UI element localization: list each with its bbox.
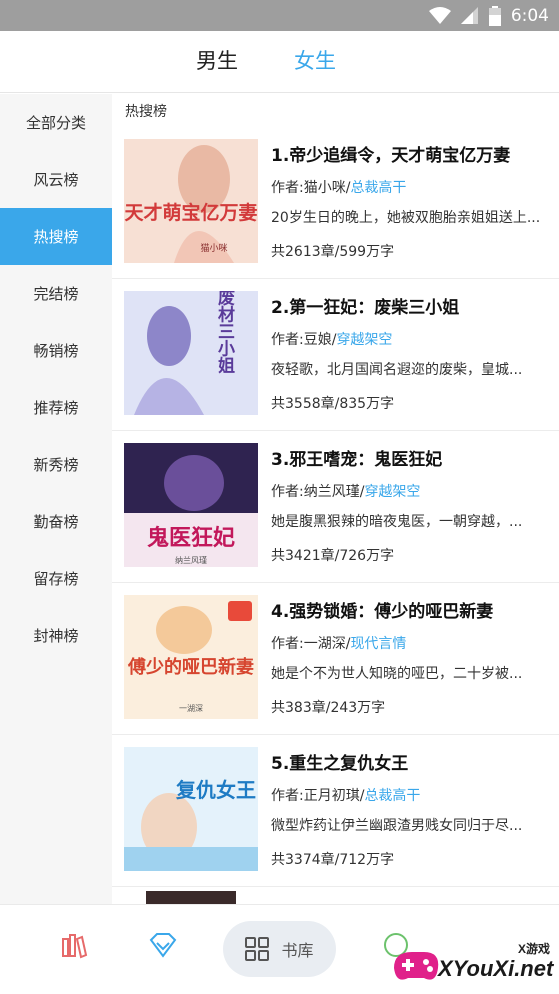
author-name: 作者:一湖深/	[271, 636, 351, 652]
tab-male[interactable]: 男生	[196, 45, 238, 75]
book-stats: 共383章/243万字	[271, 700, 386, 716]
cover-title: 天才萌宝亿万妻	[124, 201, 257, 224]
cover-title: 复仇女王	[175, 778, 256, 802]
book-category[interactable]: 总裁高干	[350, 180, 406, 196]
book-cover	[146, 891, 236, 904]
cover-author: 一湖深	[179, 704, 203, 713]
book-cover: 天才萌宝亿万妻 猫小咪	[124, 139, 258, 263]
book-title: 4.强势锁婚：傅少的哑巴新妻	[271, 602, 494, 622]
book-author: 作者:豆娘/穿越架空	[271, 329, 392, 349]
watermark-text: XYouXi.net	[438, 956, 554, 981]
tab-female[interactable]: 女生	[294, 45, 336, 75]
sidebar-item-all-categories[interactable]: 全部分类	[0, 94, 112, 151]
book-description: 20岁生日的晚上，她被双胞胎亲姐姐送上...	[271, 210, 541, 226]
book-cover: 傅少的哑巴新妻 一湖深	[124, 595, 258, 719]
sidebar-item-fengyun[interactable]: 风云榜	[0, 151, 112, 208]
book-stats: 共3558章/835万字	[271, 396, 395, 412]
book-title: 2.第一狂妃：废柴三小姐	[271, 298, 460, 318]
sidebar-item-bestseller[interactable]: 畅销榜	[0, 322, 112, 379]
book-category[interactable]: 总裁高干	[364, 788, 420, 804]
watermark-small-text: X游戏	[518, 942, 551, 956]
book-description: 夜轻歌，北月国闻名遐迩的废柴，皇城...	[271, 362, 523, 378]
book-item[interactable]: 天才萌宝亿万妻 猫小咪 1.帝少追缉令，天才萌宝亿万妻 作者:猫小咪/总裁高干 …	[112, 127, 559, 279]
book-list: 热搜榜 天才萌宝亿万妻 猫小咪 1.帝少追缉令，天才萌宝亿万妻 作者:猫小咪/总…	[112, 94, 559, 904]
cover-title: 废材三小姐	[214, 291, 235, 374]
book-stats: 共3421章/726万字	[271, 548, 395, 564]
book-author: 作者:纳兰风瑾/穿越架空	[271, 481, 420, 501]
author-name: 作者:正月初琪/	[271, 788, 365, 804]
book-author: 作者:正月初琪/总裁高干	[271, 785, 420, 805]
cover-title: 鬼医狂妃	[147, 525, 235, 551]
book-item[interactable]	[112, 887, 559, 904]
book-title: 5.重生之复仇女王	[271, 754, 409, 774]
sidebar-item-completed[interactable]: 完结榜	[0, 265, 112, 322]
cover-author: 猫小咪	[200, 242, 227, 254]
book-item[interactable]: 废材三小姐 2.第一狂妃：废柴三小姐 作者:豆娘/穿越架空 夜轻歌，北月国闻名遐…	[112, 279, 559, 431]
book-category[interactable]: 穿越架空	[364, 484, 420, 500]
wifi-icon	[428, 6, 451, 24]
status-icons: 6:04	[428, 0, 549, 31]
book-author: 作者:猫小咪/总裁高干	[271, 177, 406, 197]
sidebar-item-new-talent[interactable]: 新秀榜	[0, 436, 112, 493]
watermark-logo: X游戏 XYouXi.net	[390, 938, 555, 990]
library-label: 书库	[281, 941, 314, 960]
gamepad-icon	[394, 952, 439, 980]
book-cover: 鬼医狂妃 纳兰风瑾	[124, 443, 258, 567]
author-name: 作者:豆娘/	[271, 332, 337, 348]
status-time: 6:04	[510, 5, 549, 26]
battery-icon	[488, 5, 501, 26]
book-item[interactable]: 复仇女王 5.重生之复仇女王 作者:正月初琪/总裁高干 微型炸药让伊兰幽跟渣男贱…	[112, 735, 559, 887]
cover-author: 纳兰风瑾	[175, 555, 207, 565]
book-description: 微型炸药让伊兰幽跟渣男贱女同归于尽...	[271, 818, 523, 834]
book-description: 她是腹黑狠辣的暗夜鬼医，一朝穿越，...	[271, 514, 523, 530]
book-item[interactable]: 鬼医狂妃 纳兰风瑾 3.邪王嗜宠：鬼医狂妃 作者:纳兰风瑾/穿越架空 她是腹黑狠…	[112, 431, 559, 583]
status-bar: 6:04	[0, 0, 559, 31]
book-description: 她是个不为世人知晓的哑巴，二十岁被...	[271, 666, 523, 682]
book-cover: 废材三小姐	[124, 291, 258, 415]
section-title: 热搜榜	[125, 104, 167, 120]
sidebar-item-retention[interactable]: 留存榜	[0, 550, 112, 607]
book-stats: 共3374章/712万字	[271, 852, 395, 868]
book-title: 3.邪王嗜宠：鬼医狂妃	[271, 450, 443, 470]
sidebar-item-hot-search[interactable]: 热搜榜	[0, 208, 112, 265]
book-category[interactable]: 穿越架空	[336, 332, 392, 348]
book-item[interactable]: 傅少的哑巴新妻 一湖深 4.强势锁婚：傅少的哑巴新妻 作者:一湖深/现代言情 她…	[112, 583, 559, 735]
book-cover: 复仇女王	[124, 747, 258, 871]
author-name: 作者:纳兰风瑾/	[271, 484, 365, 500]
category-sidebar: 全部分类 风云榜 热搜榜 完结榜 畅销榜 推荐榜 新秀榜 勤奋榜 留存榜 封神榜	[0, 94, 112, 904]
author-name: 作者:猫小咪/	[271, 180, 351, 196]
bookshelf-icon[interactable]	[60, 931, 88, 959]
gender-tab-bar: 男生 女生	[0, 31, 559, 93]
book-category[interactable]: 现代言情	[350, 636, 406, 652]
book-author: 作者:一湖深/现代言情	[271, 633, 406, 653]
book-title: 1.帝少追缉令，天才萌宝亿万妻	[271, 146, 511, 166]
sidebar-item-diligent[interactable]: 勤奋榜	[0, 493, 112, 550]
book-stats: 共2613章/599万字	[271, 244, 395, 260]
sidebar-item-recommended[interactable]: 推荐榜	[0, 379, 112, 436]
grid-icon	[245, 937, 270, 961]
diamond-icon[interactable]	[148, 931, 178, 959]
sidebar-item-legend[interactable]: 封神榜	[0, 607, 112, 664]
cover-title: 傅少的哑巴新妻	[127, 656, 254, 678]
library-tab[interactable]: 书库	[223, 921, 336, 977]
signal-icon	[460, 6, 478, 24]
